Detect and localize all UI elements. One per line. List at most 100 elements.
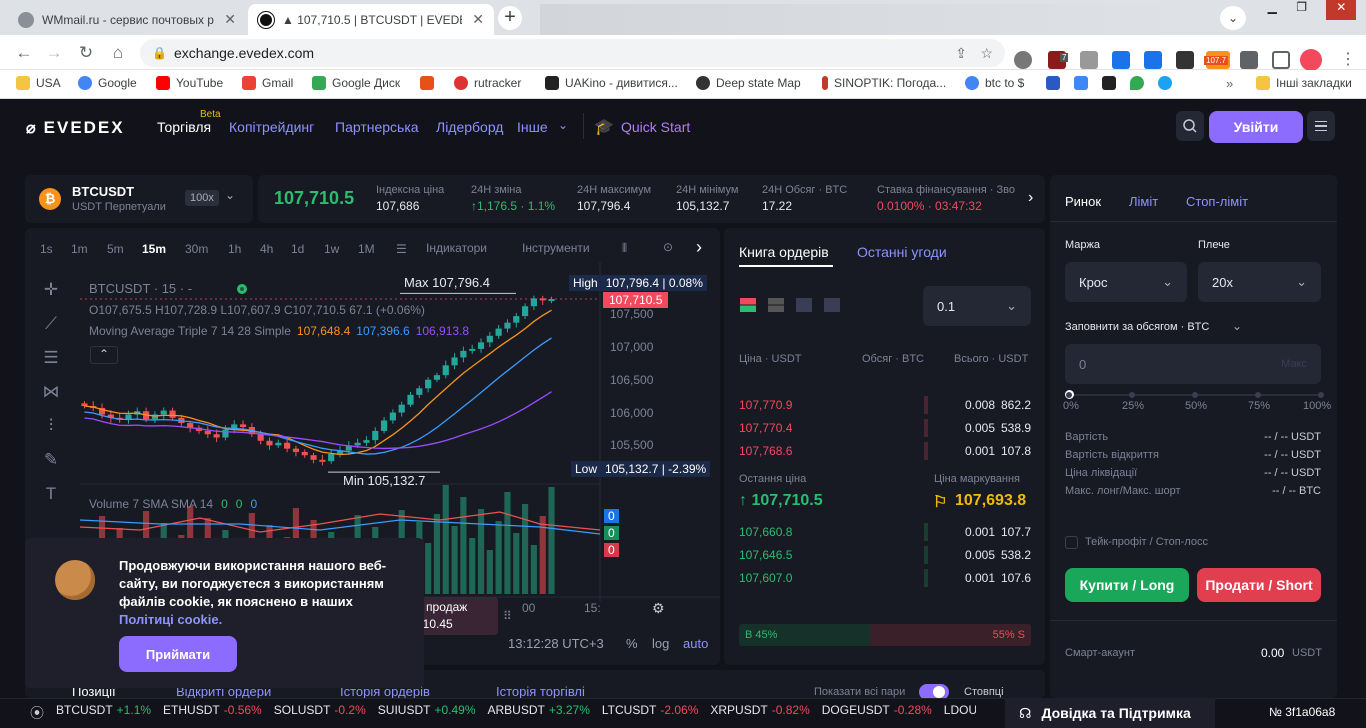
buy-long-button[interactable]: Купити / Long [1065, 568, 1189, 602]
nav-partner[interactable]: Партнерська [335, 119, 419, 135]
nav-trading[interactable]: Торгівля [157, 119, 211, 135]
bookmark-deepstate[interactable]: Deep state Map [696, 76, 801, 90]
home-icon[interactable]: ⌂ [108, 43, 128, 63]
nav-more[interactable]: Інше [517, 119, 548, 135]
view-bids-icon[interactable] [768, 298, 784, 312]
orderbook-row[interactable]: 107,770.9 0.008 862.2 [739, 395, 1031, 415]
fib-icon[interactable]: ⫶ [49, 416, 53, 436]
chevron-down-icon[interactable]: ⌄ [1232, 319, 1242, 333]
max-label[interactable]: Макс [1281, 358, 1307, 370]
view-asks-icon[interactable] [796, 298, 812, 312]
ticker-item[interactable]: SOLUSDT -0.2% [274, 703, 366, 717]
timeframe-5m[interactable]: 5m [107, 242, 124, 256]
profile-avatar[interactable] [1300, 49, 1322, 71]
forward-icon[interactable]: → [44, 43, 64, 63]
ticker-item[interactable]: SUIUSDT +0.49% [378, 703, 476, 717]
login-button[interactable]: Увійти [1209, 111, 1303, 143]
sidepanel-icon[interactable] [1272, 51, 1290, 69]
horizontal-lines-icon[interactable]: ☰ [43, 348, 58, 368]
tab-orderbook[interactable]: Книга ордерів [739, 244, 829, 260]
bc-icon[interactable] [1102, 76, 1116, 90]
reload-icon[interactable]: ↻ [76, 43, 96, 63]
timeframe-1M[interactable]: 1M [358, 242, 375, 256]
bookmark-uakino[interactable]: UAKino - дивитися... [545, 76, 678, 90]
quantity-input[interactable]: 0 Макс [1065, 344, 1321, 384]
bookmark-star-icon[interactable]: ☆ [980, 39, 993, 67]
maps-icon[interactable] [1130, 76, 1144, 90]
share-icon[interactable]: ⇪ [955, 39, 967, 67]
minimize-icon[interactable]: ▁ [1268, 0, 1277, 20]
bookmark-btc[interactable]: btc to $ [965, 76, 1024, 90]
arrow-ext-icon[interactable] [1112, 51, 1130, 69]
slider-mark[interactable] [1255, 392, 1261, 398]
tab-recent-trades[interactable]: Останні угоди [857, 244, 947, 260]
ticker-item[interactable]: LTCUSDT -2.06% [602, 703, 698, 717]
slider-mark[interactable] [1129, 392, 1135, 398]
translate-icon[interactable] [1074, 76, 1088, 90]
timeframe-15m[interactable]: 15m [142, 242, 166, 256]
timeframe-1m[interactable]: 1m [71, 242, 88, 256]
other-bookmarks[interactable]: Інші закладки [1256, 76, 1352, 90]
ticker-item[interactable]: DOGEUSDT -0.28% [822, 703, 932, 717]
tpsl-checkbox[interactable] [1065, 536, 1078, 549]
fill-by-label[interactable]: Заповнити за обсягом · BTC [1065, 321, 1209, 333]
bookmark-icon[interactable] [1046, 76, 1060, 90]
tools-button[interactable]: Інструменти [522, 241, 590, 255]
crosshair-icon[interactable]: ✛ [44, 280, 58, 300]
price-step-select[interactable]: 0.1 ⌄ [923, 286, 1031, 326]
sell-short-button[interactable]: Продати / Short [1197, 568, 1321, 602]
dark-ext-icon[interactable] [1176, 51, 1194, 69]
percent-scale[interactable]: % [626, 636, 638, 651]
more-bookmarks-icon[interactable]: » [1226, 76, 1233, 91]
indicator-settings-icon[interactable]: ☰ [396, 242, 407, 256]
brush-icon[interactable]: ✎ [44, 450, 58, 470]
support-button[interactable]: ☊ Довідка та Підтримка [1005, 698, 1215, 728]
accept-cookies-button[interactable]: Приймати [119, 636, 237, 672]
slider-mark[interactable] [1066, 392, 1072, 398]
url-bar[interactable]: 🔒 exchange.evedex.com ⇪ ☆ [140, 39, 1005, 67]
view-depth-icon[interactable] [824, 298, 840, 312]
timeframe-1d[interactable]: 1d [291, 242, 304, 256]
timeframe-1s[interactable]: 1s [40, 242, 53, 256]
star-bookmark-icon[interactable] [1158, 76, 1172, 90]
close-tab-icon[interactable]: ✕ [472, 11, 484, 28]
nav-leaderboard[interactable]: Лідерборд [436, 119, 503, 135]
collapse-legend-icon[interactable]: ⌃ [90, 346, 118, 364]
close-window-icon[interactable]: ✕ [1326, 0, 1357, 20]
tab-trade-history[interactable]: Історія торгівлі [496, 684, 585, 699]
margin-select[interactable]: Крос ⌄ [1065, 262, 1187, 302]
timeframe-30m[interactable]: 30m [185, 242, 208, 256]
cookie-policy-link[interactable]: Політиці cookie. [119, 612, 222, 627]
orderbook-row[interactable]: 107,768.6 0.001 107.8 [739, 441, 1031, 461]
download-ext-icon[interactable] [1144, 51, 1162, 69]
chrome-menu-icon[interactable]: ⋮ [1340, 49, 1356, 69]
camera-icon[interactable]: ⊙ [663, 240, 673, 254]
indicators-button[interactable]: Індикатори [426, 241, 487, 255]
bookmark-gmail[interactable]: Gmail [242, 76, 293, 90]
orderbook-row[interactable]: 107,770.4 0.005 538.9 [739, 418, 1031, 438]
log-scale[interactable]: log [652, 636, 669, 651]
slider-mark[interactable] [1192, 392, 1198, 398]
globe-ext-icon[interactable] [1014, 51, 1032, 69]
slider-mark[interactable] [1318, 392, 1324, 398]
ticker-item[interactable]: BTCUSDT +1.1% [56, 703, 151, 717]
close-tab-icon[interactable]: ✕ [224, 11, 236, 28]
candle-type-icon[interactable]: ⫴ [622, 241, 627, 256]
orderbook-row[interactable]: 107,607.0 0.001 107.6 [739, 568, 1031, 588]
tab-stop-limit[interactable]: Стоп-ліміт [1186, 194, 1248, 209]
browser-tab-evedex[interactable]: ▲ 107,710.5 | BTCUSDT | EVEDEX ✕ [248, 4, 494, 35]
menu-button[interactable] [1307, 111, 1335, 141]
extensions-icon[interactable] [1240, 51, 1258, 69]
bookmark-rutracker[interactable]: rutracker [454, 76, 521, 90]
symbol-selector[interactable]: ₿ BTCUSDT USDT Перпетуали 100x ⌄ [25, 175, 253, 223]
drag-handle-icon[interactable]: ⠿ [503, 609, 512, 623]
chevron-right-icon[interactable]: › [1028, 189, 1033, 207]
timeframe-4h[interactable]: 4h [260, 242, 273, 256]
puzzle-ext-icon[interactable] [1080, 51, 1098, 69]
bookmark-youtube[interactable]: YouTube [156, 76, 223, 90]
chevron-right-icon[interactable]: › [696, 237, 702, 258]
maximize-icon[interactable]: ❐ [1296, 0, 1307, 20]
ticker-item[interactable]: ARBUSDT +3.27% [488, 703, 590, 717]
view-both-icon[interactable] [740, 298, 756, 312]
auto-scale[interactable]: auto [683, 636, 708, 651]
